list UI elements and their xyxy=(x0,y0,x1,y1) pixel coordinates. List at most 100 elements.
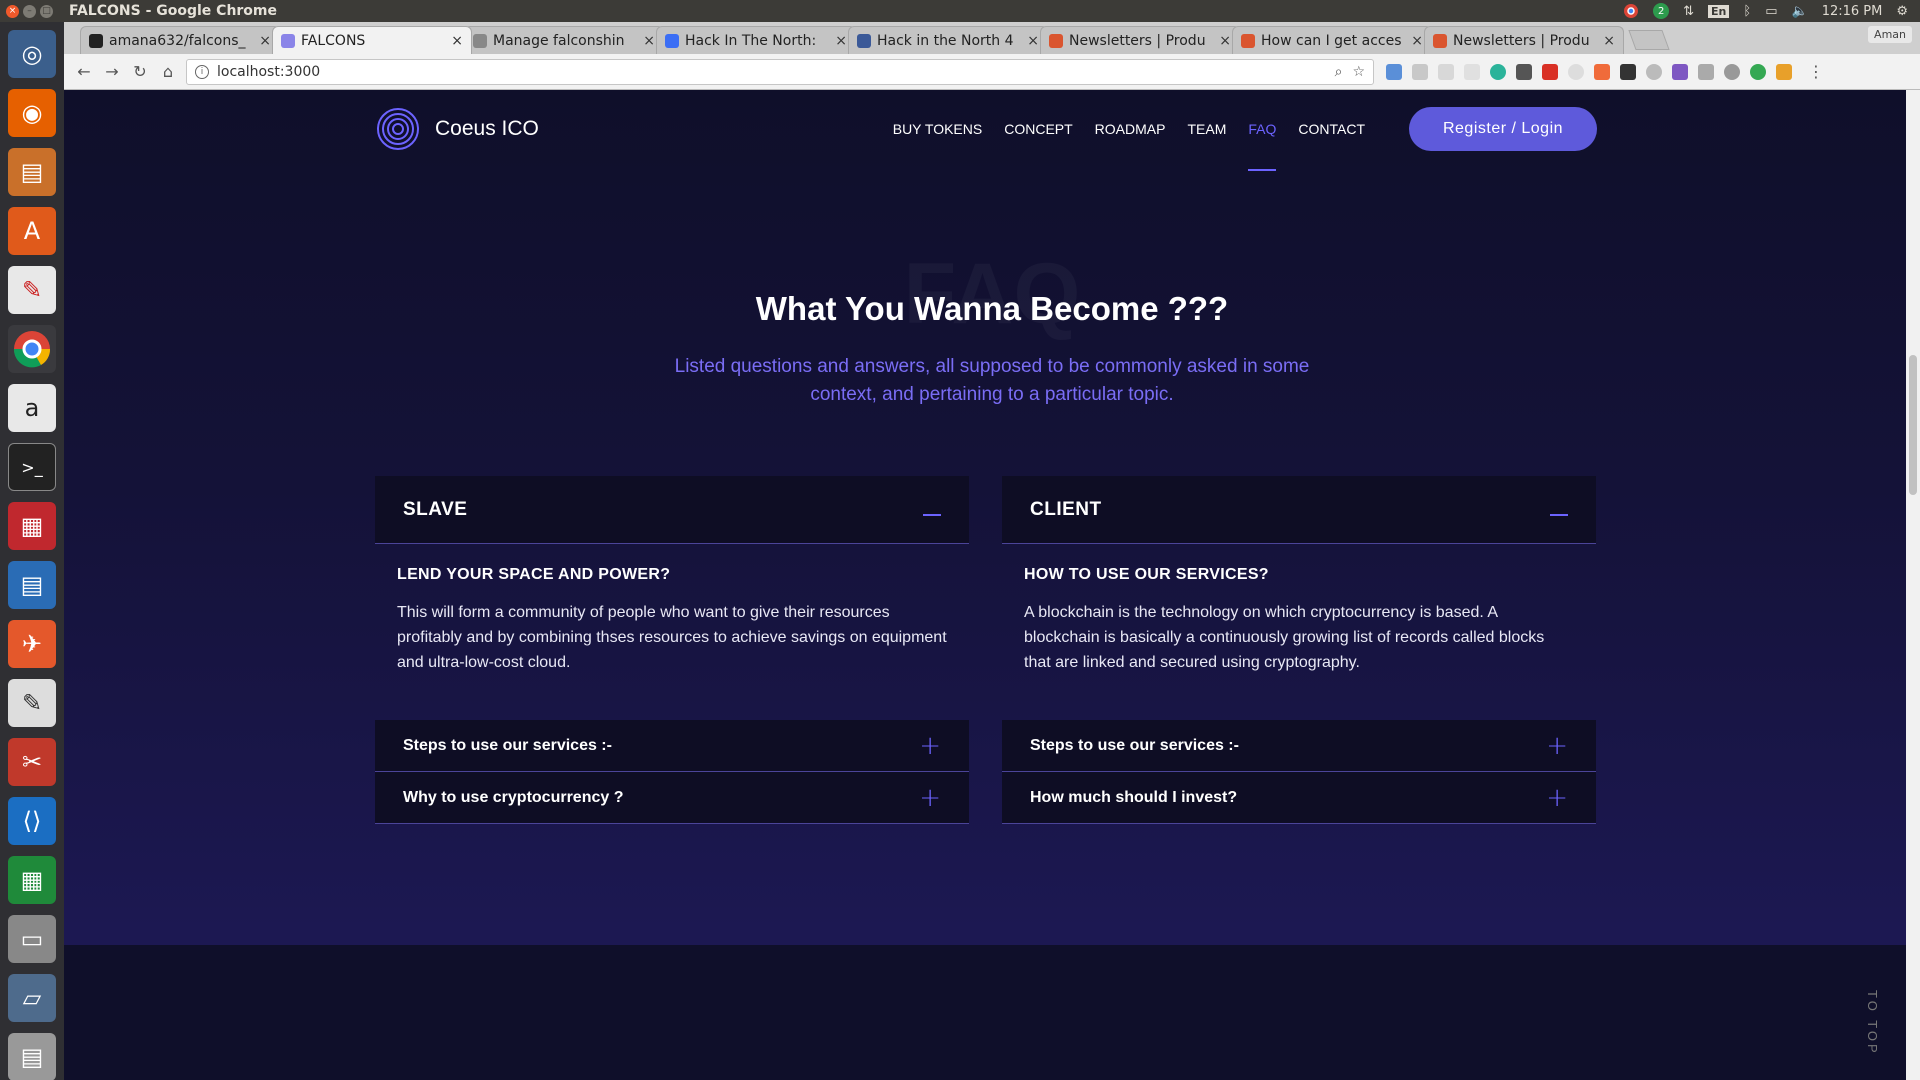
tab-close-icon[interactable]: × xyxy=(1219,33,1231,49)
tab-falcons[interactable]: FALCONS × xyxy=(272,26,472,54)
tab-github[interactable]: amana632/falcons_ × xyxy=(80,26,280,54)
expand-plus-icon[interactable]: + xyxy=(919,785,941,811)
address-bar[interactable]: i localhost:3000 ⌕ ☆ xyxy=(186,58,1374,85)
tab-hack-in-the-north[interactable]: Hack In The North: × xyxy=(656,26,856,54)
tab-how-can-i-get-access[interactable]: How can I get acces × xyxy=(1232,26,1432,54)
workspace-switcher-icon[interactable]: ▱ xyxy=(8,974,56,1022)
window-minimize-button[interactable]: – xyxy=(23,4,36,18)
back-arrow-icon[interactable]: ← xyxy=(70,58,98,86)
extension-icon[interactable] xyxy=(1438,63,1454,80)
tab-close-icon[interactable]: × xyxy=(451,33,463,49)
drive-icon[interactable]: ▭ xyxy=(8,915,56,963)
extension-icon[interactable] xyxy=(1594,63,1610,80)
collapse-minus-icon[interactable] xyxy=(923,504,941,516)
chrome-tray-icon[interactable] xyxy=(1623,3,1639,19)
amazon-icon[interactable]: a xyxy=(8,384,56,432)
software-center-icon[interactable]: A xyxy=(8,207,56,255)
settings-gear-icon[interactable]: ⚙ xyxy=(1896,4,1908,19)
bookmark-star-icon[interactable]: ☆ xyxy=(1352,64,1365,80)
extension-icon[interactable] xyxy=(1464,63,1480,80)
accordion-item-steps[interactable]: Steps to use our services :- + xyxy=(1002,720,1596,772)
url-text[interactable]: localhost:3000 xyxy=(217,64,1325,80)
register-login-button[interactable]: Register / Login xyxy=(1409,107,1597,151)
nav-buy-tokens[interactable]: BUY TOKENS xyxy=(893,121,982,137)
extension-icon[interactable] xyxy=(1750,63,1766,80)
text-editor-icon[interactable]: ✎ xyxy=(8,679,56,727)
accordion-header-client[interactable]: CLIENT xyxy=(1002,476,1596,544)
reload-icon[interactable]: ↻ xyxy=(126,58,154,86)
tab-close-icon[interactable]: × xyxy=(1603,33,1615,49)
extension-icon[interactable] xyxy=(1386,63,1402,80)
extension-icon[interactable] xyxy=(1516,63,1532,80)
faq-question: LEND YOUR SPACE AND POWER? xyxy=(397,566,671,583)
zoom-icon[interactable]: ⌕ xyxy=(1335,64,1343,80)
expand-plus-icon[interactable]: + xyxy=(1546,733,1568,759)
tab-newsletters-1[interactable]: Newsletters | Produ × xyxy=(1040,26,1240,54)
profile-button[interactable]: Aman xyxy=(1868,26,1912,43)
nav-contact[interactable]: CONTACT xyxy=(1298,121,1365,137)
extension-icon[interactable] xyxy=(1412,63,1428,80)
expand-plus-icon[interactable]: + xyxy=(1546,785,1568,811)
presentation-app-icon[interactable]: ▤ xyxy=(8,148,56,196)
chrome-launcher-icon[interactable] xyxy=(8,325,56,373)
spreadsheet-icon[interactable]: ▦ xyxy=(8,856,56,904)
window-close-button[interactable]: × xyxy=(6,4,19,18)
vscode-icon[interactable]: ⟨⟩ xyxy=(8,797,56,845)
extension-icon[interactable] xyxy=(1490,63,1506,80)
home-icon[interactable]: ⌂ xyxy=(154,58,182,86)
tab-close-icon[interactable]: × xyxy=(259,33,271,49)
draw-app-icon[interactable]: ✎ xyxy=(8,266,56,314)
expand-plus-icon[interactable]: + xyxy=(919,733,941,759)
accordion-item-invest[interactable]: How much should I invest? + xyxy=(1002,772,1596,824)
tab-close-icon[interactable]: × xyxy=(643,33,655,49)
firefox-icon[interactable]: ◉ xyxy=(8,89,56,137)
producthunt-favicon-icon xyxy=(1241,33,1255,48)
scrollbar-thumb[interactable] xyxy=(1909,355,1917,495)
clock[interactable]: 12:16 PM xyxy=(1822,4,1883,19)
browser-menu-icon[interactable]: ⋮ xyxy=(1802,58,1830,86)
media-app-icon[interactable]: ▦ xyxy=(8,502,56,550)
site-info-icon[interactable]: i xyxy=(195,64,209,79)
writer-icon[interactable]: ▤ xyxy=(8,561,56,609)
window-maximize-button[interactable]: □ xyxy=(40,4,53,18)
forward-arrow-icon[interactable]: → xyxy=(98,58,126,86)
extension-icon[interactable] xyxy=(1724,63,1740,80)
network-icon[interactable]: ⇅ xyxy=(1683,4,1694,19)
nav-roadmap[interactable]: ROADMAP xyxy=(1095,121,1166,137)
postman-icon[interactable]: ✈ xyxy=(8,620,56,668)
collapse-minus-icon[interactable] xyxy=(1550,504,1568,516)
extension-icon[interactable] xyxy=(1776,63,1792,80)
extension-icon[interactable] xyxy=(1698,63,1714,80)
volume-icon[interactable]: 🔈 xyxy=(1792,4,1808,19)
extension-icon[interactable] xyxy=(1568,63,1584,80)
new-tab-button[interactable] xyxy=(1628,30,1670,50)
accordion-item-steps[interactable]: Steps to use our services :- + xyxy=(375,720,969,772)
trash-icon[interactable]: ▤ xyxy=(8,1033,56,1080)
tab-close-icon[interactable]: × xyxy=(1411,33,1423,49)
extension-icon[interactable] xyxy=(1620,63,1636,80)
to-top-link[interactable]: TO TOP xyxy=(1865,990,1880,1056)
tab-newsletters-2[interactable]: Newsletters | Produ × xyxy=(1424,26,1624,54)
page-scrollbar[interactable] xyxy=(1906,90,1920,1080)
terminal-icon[interactable]: >_ xyxy=(8,443,56,491)
bluetooth-icon[interactable]: ᛒ xyxy=(1743,4,1751,19)
site-logo[interactable]: Coeus ICO xyxy=(375,106,539,152)
nav-faq[interactable]: FAQ xyxy=(1248,121,1277,171)
battery-icon[interactable]: ▭ xyxy=(1765,4,1777,19)
producthunt-favicon-icon xyxy=(1049,33,1063,48)
accordion-header-slave[interactable]: SLAVE xyxy=(375,476,969,544)
nav-concept[interactable]: CONCEPT xyxy=(1004,121,1072,137)
extension-icon[interactable] xyxy=(1542,63,1558,80)
extension-icon[interactable] xyxy=(1672,63,1688,80)
nav-team[interactable]: TEAM xyxy=(1187,121,1226,137)
extension-icon[interactable] xyxy=(1646,63,1662,80)
tab-close-icon[interactable]: × xyxy=(1027,33,1039,49)
accordion-item-why-crypto[interactable]: Why to use cryptocurrency ? + xyxy=(375,772,969,824)
keyboard-layout-indicator[interactable]: En xyxy=(1708,4,1730,18)
system-tools-icon[interactable]: ✂ xyxy=(8,738,56,786)
tab-manage-falconshine[interactable]: Manage falconshin × xyxy=(464,26,664,54)
notification-badge[interactable]: 2 xyxy=(1653,3,1670,19)
ubuntu-dash-icon[interactable]: ◎ xyxy=(8,30,56,78)
tab-hack-in-the-north-facebook[interactable]: Hack in the North 4 × xyxy=(848,26,1048,54)
tab-close-icon[interactable]: × xyxy=(835,33,847,49)
